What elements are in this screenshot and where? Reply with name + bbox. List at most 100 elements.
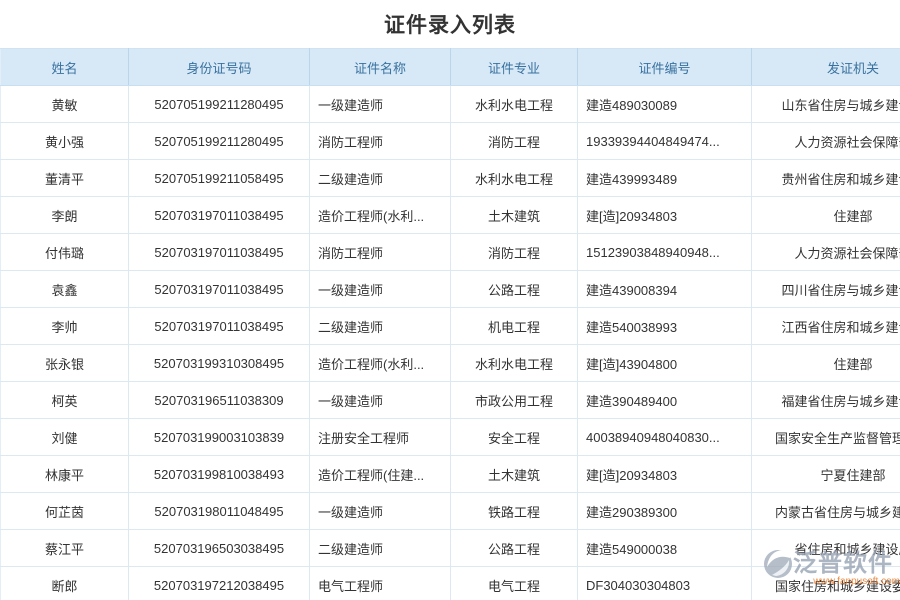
cell-cert_name[interactable]: 二级建造师 (310, 308, 451, 345)
table-row: 李帅520703197011038495二级建造师机电工程建造540038993… (1, 308, 900, 345)
cell-name: 断郎 (1, 567, 129, 600)
cell-issuer: 住建部 (752, 197, 900, 234)
cell-cert_name[interactable]: 消防工程师 (310, 234, 451, 271)
cell-cert_major: 公路工程 (451, 271, 578, 308)
page-title: 证件录入列表 (384, 9, 516, 39)
cell-issuer: 四川省住房与城乡建设部 (752, 271, 900, 308)
table-row: 林康平520703199810038493造价工程师(住建...土木建筑建[造]… (1, 456, 900, 493)
cell-cert_number: 建造290389300 (578, 493, 752, 530)
cell-name: 董清平 (1, 160, 129, 197)
table-row: 柯英520703196511038309一级建造师市政公用工程建造3904894… (1, 382, 900, 419)
column-header-cert_number: 证件编号 (578, 49, 752, 86)
cell-issuer: 国家住房和城乡建设委员会 (752, 567, 900, 600)
cell-id_number: 520703199310308495 (129, 345, 310, 382)
cell-name: 黄敏 (1, 86, 129, 123)
cell-name: 李朗 (1, 197, 129, 234)
table-row: 李朗520703197011038495造价工程师(水利...土木建筑建[造]2… (1, 197, 900, 234)
cell-id_number: 520705199211280495 (129, 86, 310, 123)
cell-cert_major: 机电工程 (451, 308, 578, 345)
cell-cert_major: 公路工程 (451, 530, 578, 567)
cell-cert_number: 建[造]20934803 (578, 197, 752, 234)
cell-cert_number: 40038940948040830... (578, 419, 752, 456)
table-row: 蔡江平520703196503038495二级建造师公路工程建造54900003… (1, 530, 900, 567)
column-header-cert_major: 证件专业 (451, 49, 578, 86)
cell-name: 黄小强 (1, 123, 129, 160)
cell-cert_major: 铁路工程 (451, 493, 578, 530)
cell-issuer: 福建省住房与城乡建设部 (752, 382, 900, 419)
cell-cert_number: 建造540038993 (578, 308, 752, 345)
table-row: 断郎520703197212038495电气工程师电气工程DF304030304… (1, 567, 900, 600)
cell-cert_name[interactable]: 消防工程师 (310, 123, 451, 160)
cell-id_number: 520703196503038495 (129, 530, 310, 567)
certificate-table: 姓名身份证号码证件名称证件专业证件编号发证机关 黄敏52070519921128… (0, 48, 900, 600)
table-body: 黄敏520705199211280495一级建造师水利水电工程建造4890300… (1, 86, 900, 600)
cell-name: 付伟璐 (1, 234, 129, 271)
cell-cert_name[interactable]: 一级建造师 (310, 493, 451, 530)
column-header-cert_name: 证件名称 (310, 49, 451, 86)
cell-cert_number: 建[造]43904800 (578, 345, 752, 382)
cell-issuer: 江西省住房和城乡建设厅 (752, 308, 900, 345)
cell-cert_major: 水利水电工程 (451, 160, 578, 197)
cell-name: 蔡江平 (1, 530, 129, 567)
table-header-row: 姓名身份证号码证件名称证件专业证件编号发证机关 (1, 49, 900, 86)
cell-name: 林康平 (1, 456, 129, 493)
cell-cert_major: 土木建筑 (451, 456, 578, 493)
table-row: 董清平520705199211058495二级建造师水利水电工程建造439993… (1, 160, 900, 197)
cell-issuer: 住建部 (752, 345, 900, 382)
cell-id_number: 520705199211058495 (129, 160, 310, 197)
cell-cert_name[interactable]: 一级建造师 (310, 86, 451, 123)
cell-issuer: 山东省住房与城乡建设部 (752, 86, 900, 123)
table-row: 黄小强520705199211280495消防工程师消防工程1933939440… (1, 123, 900, 160)
cell-id_number: 520703197011038495 (129, 197, 310, 234)
column-header-issuer: 发证机关 (752, 49, 900, 86)
cell-issuer: 宁夏住建部 (752, 456, 900, 493)
cell-cert_name[interactable]: 造价工程师(水利... (310, 345, 451, 382)
cell-cert_major: 土木建筑 (451, 197, 578, 234)
cell-cert_number: 建造390489400 (578, 382, 752, 419)
certificate-list-page: 证件录入列表 姓名身份证号码证件名称证件专业证件编号发证机关 黄敏5207051… (0, 0, 900, 600)
cell-cert_major: 市政公用工程 (451, 382, 578, 419)
cell-issuer: 人力资源社会保障部 (752, 123, 900, 160)
cell-issuer: 人力资源社会保障部 (752, 234, 900, 271)
cell-cert_major: 消防工程 (451, 123, 578, 160)
cell-cert_number: 建造439008394 (578, 271, 752, 308)
cell-cert_major: 电气工程 (451, 567, 578, 600)
cell-cert_name[interactable]: 一级建造师 (310, 382, 451, 419)
cell-issuer: 省住房和城乡建设厅 (752, 530, 900, 567)
cell-cert_name[interactable]: 注册安全工程师 (310, 419, 451, 456)
table-row: 张永银520703199310308495造价工程师(水利...水利水电工程建[… (1, 345, 900, 382)
cell-id_number: 520705199211280495 (129, 123, 310, 160)
cell-issuer: 内蒙古省住房与城乡建设部 (752, 493, 900, 530)
cell-issuer: 贵州省住房和城乡建设厅 (752, 160, 900, 197)
table-row: 付伟璐520703197011038495消防工程师消防工程1512390384… (1, 234, 900, 271)
cell-cert_name[interactable]: 造价工程师(水利... (310, 197, 451, 234)
cell-cert_name[interactable]: 二级建造师 (310, 160, 451, 197)
column-header-name: 姓名 (1, 49, 129, 86)
cell-id_number: 520703197011038495 (129, 308, 310, 345)
cell-name: 刘健 (1, 419, 129, 456)
cell-cert_name[interactable]: 二级建造师 (310, 530, 451, 567)
cell-cert_name[interactable]: 一级建造师 (310, 271, 451, 308)
cell-cert_major: 消防工程 (451, 234, 578, 271)
cell-cert_number: 19339394404849474... (578, 123, 752, 160)
cell-id_number: 520703198011048495 (129, 493, 310, 530)
cell-issuer: 国家安全生产监督管理总局 (752, 419, 900, 456)
cell-name: 柯英 (1, 382, 129, 419)
cell-id_number: 520703196511038309 (129, 382, 310, 419)
cell-name: 张永银 (1, 345, 129, 382)
table-row: 黄敏520705199211280495一级建造师水利水电工程建造4890300… (1, 86, 900, 123)
cell-name: 袁鑫 (1, 271, 129, 308)
cell-id_number: 520703197011038495 (129, 271, 310, 308)
cell-cert_number: 建造549000038 (578, 530, 752, 567)
cell-cert_number: 15123903848940948... (578, 234, 752, 271)
cell-id_number: 520703197212038495 (129, 567, 310, 600)
cell-cert_name[interactable]: 造价工程师(住建... (310, 456, 451, 493)
cell-id_number: 520703199810038493 (129, 456, 310, 493)
cell-cert_name[interactable]: 电气工程师 (310, 567, 451, 600)
cell-id_number: 520703199003103839 (129, 419, 310, 456)
cell-name: 李帅 (1, 308, 129, 345)
table-row: 刘健520703199003103839注册安全工程师安全工程400389409… (1, 419, 900, 456)
cell-cert_major: 水利水电工程 (451, 86, 578, 123)
cell-name: 何芷茵 (1, 493, 129, 530)
table-row: 袁鑫520703197011038495一级建造师公路工程建造439008394… (1, 271, 900, 308)
